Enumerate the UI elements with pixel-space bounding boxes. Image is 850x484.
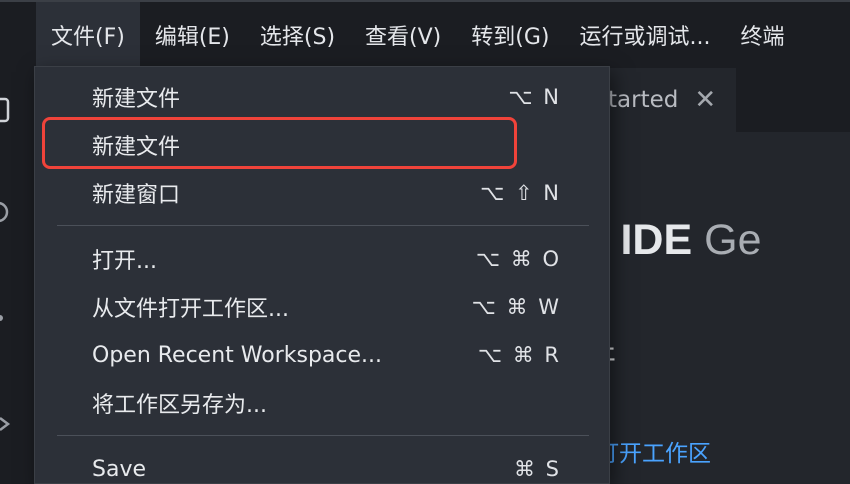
highlight-annotation: [42, 117, 517, 169]
chevron-right-icon[interactable]: [0, 410, 14, 438]
close-icon[interactable]: ✕: [694, 85, 716, 115]
menu-item-new-window[interactable]: 新建窗口 ⌥ ⇧ N: [35, 171, 609, 215]
menu-run-debug[interactable]: 运行或调试...: [564, 2, 725, 68]
search-icon[interactable]: [0, 198, 14, 226]
menu-item-shortcut: ⌘ S: [513, 457, 561, 481]
menu-separator: [57, 435, 589, 436]
menu-item-open-workspace-from-file[interactable]: 从文件打开工作区... ⌥ ⌘ W: [35, 285, 609, 329]
menu-item-shortcut: ⌥ ⌘ R: [477, 343, 561, 367]
menu-bar: 文件(F) 编辑(E) 选择(S) 查看(V) 转到(G) 运行或调试... 终…: [0, 0, 850, 68]
menu-view[interactable]: 查看(V): [350, 2, 456, 68]
menu-item-label: Open Recent Workspace...: [92, 342, 383, 368]
menu-item-shortcut: ⌥ ⌘ W: [471, 295, 561, 319]
source-control-icon[interactable]: [0, 304, 14, 332]
menu-item-save-workspace-as[interactable]: 将工作区另存为...: [35, 381, 609, 425]
menu-item-label: Save: [92, 456, 147, 482]
activity-bar: [0, 68, 36, 484]
menu-item-open[interactable]: 打开... ⌥ ⌘ O: [35, 237, 609, 281]
menu-item-shortcut: ⌥ ⌘ O: [475, 247, 561, 271]
menu-go[interactable]: 转到(G): [456, 2, 564, 68]
menu-item-label: 新建窗口: [92, 183, 181, 208]
menu-item-save[interactable]: Save ⌘ S: [35, 447, 609, 483]
menu-separator: [57, 225, 589, 226]
menu-item-label: 打开...: [92, 249, 157, 274]
menu-item-label: 从文件打开工作区...: [92, 297, 289, 322]
menu-item-open-recent-workspace[interactable]: Open Recent Workspace... ⌥ ⌘ R: [35, 333, 609, 377]
menu-item-label: 将工作区另存为...: [92, 393, 267, 418]
menu-selection[interactable]: 选择(S): [245, 2, 350, 68]
explorer-icon[interactable]: [0, 96, 14, 124]
welcome-title-light: Ge: [692, 216, 762, 264]
menu-item-shortcut: ⌥ N: [508, 85, 561, 109]
menu-terminal[interactable]: 终端: [725, 2, 799, 68]
open-workspace-link[interactable]: 打开工作区: [596, 434, 711, 468]
tab-label: tarted: [608, 87, 679, 113]
menu-item-new-file[interactable]: 新建文件 ⌥ N: [35, 75, 609, 119]
menu-item-label: 新建文件: [92, 87, 181, 112]
menu-edit[interactable]: 编辑(E): [140, 2, 245, 68]
menu-item-shortcut: ⌥ ⇧ N: [480, 181, 561, 205]
menu-file[interactable]: 文件(F): [36, 2, 140, 68]
file-menu-dropdown: 新建文件 ⌥ N 新建文件 新建窗口 ⌥ ⇧ N 打开... ⌥ ⌘ O 从文件…: [34, 66, 610, 484]
